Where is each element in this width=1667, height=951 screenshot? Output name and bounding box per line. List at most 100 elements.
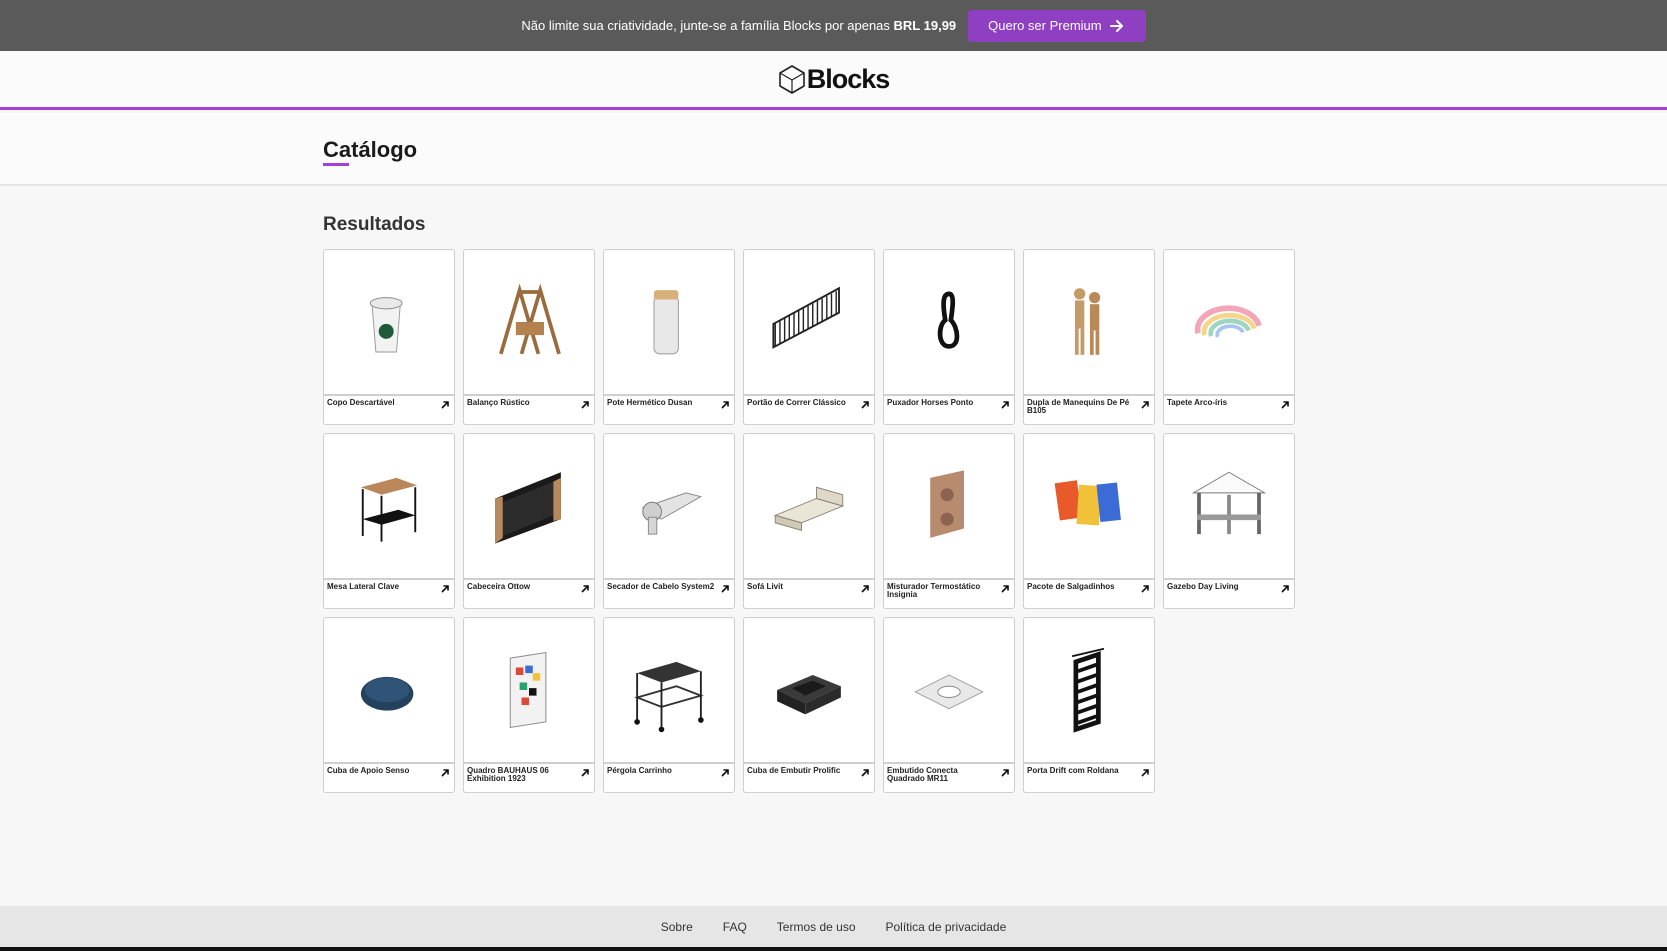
product-name: Cabeceira Ottow xyxy=(467,582,531,591)
product-image xyxy=(772,286,840,349)
product-name: Pote Hermético Dusan xyxy=(607,398,693,407)
external-link-arrow-icon[interactable] xyxy=(860,400,870,410)
external-link-arrow-icon[interactable] xyxy=(440,768,450,778)
product-thumbnail xyxy=(884,434,1014,580)
external-link-arrow-icon[interactable] xyxy=(580,768,590,778)
external-link-arrow-icon[interactable] xyxy=(580,584,590,594)
product-name: Copo Descartável xyxy=(327,398,395,407)
card-footer: Pacote de Salgadinhos xyxy=(1024,580,1154,608)
product-name: Puxador Horses Ponto xyxy=(887,398,974,407)
product-name: Misturador Termostático Insignia xyxy=(887,582,981,599)
product-card-copo-descartavel[interactable]: Copo Descartável xyxy=(323,249,455,425)
product-name: Pacote de Salgadinhos xyxy=(1027,582,1115,591)
product-card-quadro-bauhaus-06-exhibition-1923[interactable]: Quadro BAUHAUS 06 Exhibition 1923 xyxy=(463,617,595,793)
product-thumbnail xyxy=(324,618,454,764)
product-card-secador-de-cabelo-system2[interactable]: Secador de Cabelo System2 xyxy=(603,433,735,609)
external-link-arrow-icon[interactable] xyxy=(720,400,730,410)
product-card-pote-hermetico-dusan[interactable]: Pote Hermético Dusan xyxy=(603,249,735,425)
product-card-pergola-carrinho[interactable]: Pérgola Carrinho xyxy=(603,617,735,793)
card-footer: Misturador Termostático Insignia xyxy=(884,580,1014,608)
external-link-arrow-icon[interactable] xyxy=(1000,584,1010,594)
product-card-cabeceira-ottow[interactable]: Cabeceira Ottow xyxy=(463,433,595,609)
external-link-arrow-icon[interactable] xyxy=(440,584,450,594)
product-image xyxy=(914,674,984,710)
product-card-mesa-lateral-clave[interactable]: Mesa Lateral Clave xyxy=(323,433,455,609)
card-footer: Tapete Arco-íris xyxy=(1164,396,1294,424)
product-image xyxy=(1071,647,1105,733)
product-thumbnail xyxy=(604,618,734,764)
logo[interactable]: Blocks xyxy=(778,64,890,95)
external-link-arrow-icon[interactable] xyxy=(1000,768,1010,778)
product-name: Cuba de Embutir Prolific xyxy=(747,766,841,775)
product-thumbnail xyxy=(1024,618,1154,764)
product-thumbnail xyxy=(464,618,594,764)
product-name: Porta Drift com Roldana xyxy=(1027,766,1119,775)
product-thumbnail xyxy=(884,618,1014,764)
premium-button-label: Quero ser Premium xyxy=(988,18,1102,33)
card-footer: Dupla de Manequins De Pé B105 xyxy=(1024,396,1154,424)
page-title: Catálogo xyxy=(323,137,418,162)
external-link-arrow-icon[interactable] xyxy=(860,584,870,594)
footer-link-sobre[interactable]: Sobre xyxy=(661,920,693,934)
product-card-tapete-arco-iris[interactable]: Tapete Arco-íris xyxy=(1163,249,1295,425)
product-card-dupla-de-manequins-de-pe-b105[interactable]: Dupla de Manequins De Pé B105 xyxy=(1023,249,1155,425)
product-card-sofa-livit[interactable]: Sofá Livit xyxy=(743,433,875,609)
card-footer: Puxador Horses Ponto xyxy=(884,396,1014,424)
external-link-arrow-icon[interactable] xyxy=(860,768,870,778)
external-link-arrow-icon[interactable] xyxy=(1280,400,1290,410)
product-name: Dupla de Manequins De Pé B105 xyxy=(1027,398,1130,415)
footer-link-privacidade[interactable]: Política de privacidade xyxy=(886,920,1007,934)
external-link-arrow-icon[interactable] xyxy=(720,584,730,594)
product-name: Pérgola Carrinho xyxy=(607,766,672,775)
external-link-arrow-icon[interactable] xyxy=(1140,400,1150,410)
promo-text: Não limite sua criatividade, junte-se a … xyxy=(521,18,957,33)
card-footer: Porta Drift com Roldana xyxy=(1024,764,1154,792)
product-image xyxy=(634,661,704,733)
results-grid: Copo Descartável Balanço Rústico Pote Herm… xyxy=(323,249,1295,793)
site-header: Blocks xyxy=(0,51,1667,110)
product-name: Balanço Rústico xyxy=(467,398,530,407)
card-footer: Balanço Rústico xyxy=(464,396,594,424)
product-image xyxy=(1194,305,1262,338)
product-thumbnail xyxy=(1164,434,1294,580)
product-card-cuba-de-apoio-senso[interactable]: Cuba de Apoio Senso xyxy=(323,617,455,793)
product-card-balanco-rustico[interactable]: Balanço Rústico xyxy=(463,249,595,425)
product-thumbnail xyxy=(324,434,454,580)
premium-button[interactable]: Quero ser Premium xyxy=(968,9,1146,42)
product-image xyxy=(360,477,418,542)
product-thumbnail xyxy=(1024,250,1154,396)
external-link-arrow-icon[interactable] xyxy=(1280,584,1290,594)
product-card-cuba-de-embutir-prolific[interactable]: Cuba de Embutir Prolific xyxy=(743,617,875,793)
product-thumbnail xyxy=(744,434,874,580)
footer-link-termos[interactable]: Termos de uso xyxy=(777,920,856,934)
product-image xyxy=(641,492,703,535)
external-link-arrow-icon[interactable] xyxy=(1140,584,1150,594)
external-link-arrow-icon[interactable] xyxy=(1000,400,1010,410)
external-link-arrow-icon[interactable] xyxy=(440,400,450,410)
footer-link-faq[interactable]: FAQ xyxy=(723,920,747,934)
product-card-porta-drift-com-roldana[interactable]: Porta Drift com Roldana xyxy=(1023,617,1155,793)
product-card-embutido-conecta-quadrado-mr11[interactable]: Embutido Conecta Quadrado MR11 xyxy=(883,617,1015,793)
product-name: Secador de Cabelo System2 xyxy=(607,582,715,591)
product-image xyxy=(499,283,561,355)
product-card-misturador-termostatico-insignia[interactable]: Misturador Termostático Insignia xyxy=(883,433,1015,609)
arrow-right-icon xyxy=(1109,19,1123,32)
product-card-gazebo-day-living[interactable]: Gazebo Day Living xyxy=(1163,433,1295,609)
product-image xyxy=(1074,288,1101,355)
product-thumbnail xyxy=(1024,434,1154,580)
product-card-puxador-horses-ponto[interactable]: Puxador Horses Ponto xyxy=(883,249,1015,425)
external-link-arrow-icon[interactable] xyxy=(1140,768,1150,778)
product-image xyxy=(1191,471,1267,535)
promo-banner: Não limite sua criatividade, junte-se a … xyxy=(0,0,1667,51)
product-image xyxy=(1054,480,1121,526)
product-thumbnail xyxy=(1164,250,1294,396)
product-image xyxy=(369,297,403,353)
product-thumbnail xyxy=(744,618,874,764)
product-card-pacote-de-salgadinhos[interactable]: Pacote de Salgadinhos xyxy=(1023,433,1155,609)
product-card-portao-de-correr-classico[interactable]: Portão de Correr Clássico xyxy=(743,249,875,425)
product-image xyxy=(653,290,679,355)
card-footer: Sofá Livit xyxy=(744,580,874,608)
external-link-arrow-icon[interactable] xyxy=(720,768,730,778)
external-link-arrow-icon[interactable] xyxy=(580,400,590,410)
title-underline xyxy=(323,163,349,166)
